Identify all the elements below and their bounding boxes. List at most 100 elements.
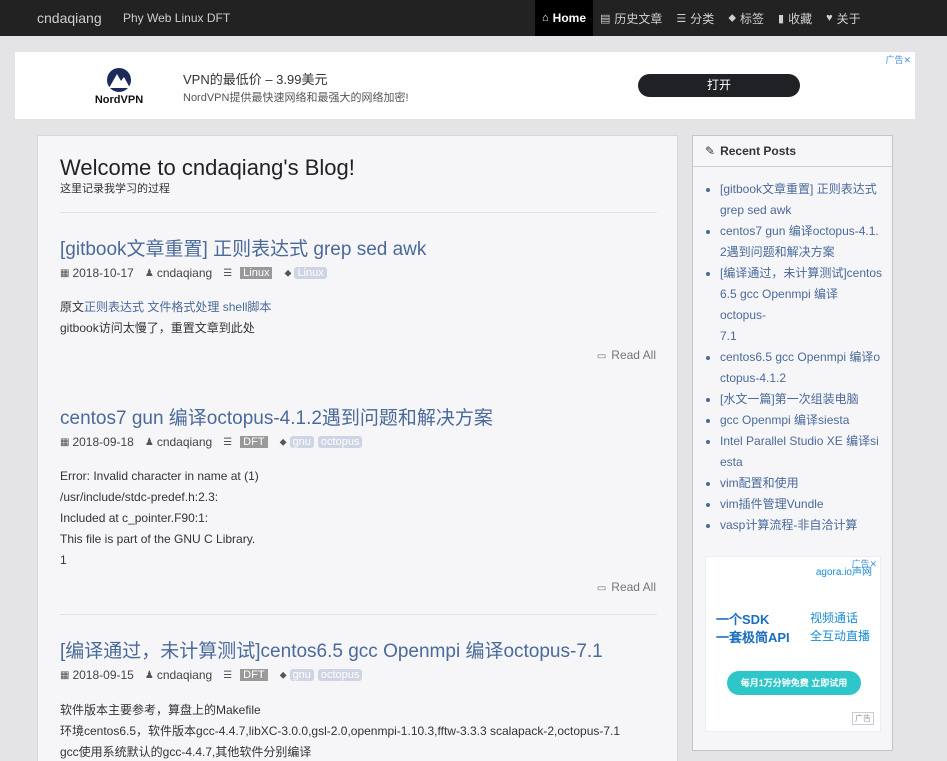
post-title[interactable]: centos7 gun 编译octopus-4.1.2遇到问题和解决方案 xyxy=(60,403,493,430)
divider xyxy=(60,212,657,213)
user-icon: ♟ xyxy=(144,436,154,448)
ad-logo: agora.io声网 xyxy=(815,567,872,578)
category-badge[interactable]: Linux xyxy=(240,267,273,279)
category-badge[interactable]: DFT xyxy=(240,669,268,681)
recent-post-label: vim配置和使用 xyxy=(720,476,799,490)
recent-post-item[interactable]: [gitbook文章重置] 正则表达式 grep sed awk xyxy=(720,179,884,221)
user-icon: ♟ xyxy=(144,267,154,279)
list-icon: ☰ xyxy=(223,436,233,448)
list-icon: ☰ xyxy=(223,267,233,279)
sidebar-recent-posts: ✎Recent Posts [gitbook文章重置] 正则表达式 grep se… xyxy=(692,135,893,751)
ad-title[interactable]: VPN的最低价 – 3.99美元 xyxy=(183,69,328,88)
tag-badge[interactable]: octopus xyxy=(317,436,363,448)
post-title[interactable]: [gitbook文章重置] 正则表达式 grep sed awk xyxy=(60,234,426,261)
ad-headline: 一套极简API xyxy=(716,630,790,645)
nav-menu: ⌂ Home ▤ 历史文章 ☰ 分类 ⬥ 标签 ▮ 收藏 ♥ 关于 xyxy=(535,0,868,36)
category-badge[interactable]: DFT xyxy=(240,436,268,448)
tag-badge[interactable]: octopus xyxy=(317,669,363,681)
page-subtitle: 这里记录我学习的过程 xyxy=(60,183,170,195)
recent-post-label: centos7 gun 编译octopus-4.1. xyxy=(720,224,879,238)
recent-post-item[interactable]: [编译通过，未计算测试]centos 6.5 gcc Openmpi 编译octo… xyxy=(720,263,884,347)
nav-item-home[interactable]: ⌂ Home xyxy=(535,0,593,36)
list-icon: ☰ xyxy=(223,669,233,681)
post-author[interactable]: cndaqiang xyxy=(157,266,212,280)
heart-icon: ♥ xyxy=(826,12,833,24)
recent-post-item[interactable]: [水文一篇]第一次组装电脑 xyxy=(720,389,884,410)
top-navbar: cndaqiang Phy Web Linux DFT ⌂ Home ▤ 历史文章 … xyxy=(0,0,947,36)
recent-post-item[interactable]: Intel Parallel Studio XE 编译si esta xyxy=(720,431,884,473)
ad-feature: 全互动直播 xyxy=(810,629,871,643)
post-meta: ▦ 2018-09-18 ♟ cndaqiang ☰ DFT ⬥ gnu octopus xyxy=(60,435,366,449)
recent-post-label: 2遇到问题和解决方案 xyxy=(720,245,835,259)
post-meta: ▦ 2018-10-17 ♟ cndaqiang ☰ Linux ⬥ Linux xyxy=(60,266,331,280)
top-ad-banner[interactable]: NordVPN VPN的最低价 – 3.99美元 NordVPN提供最快速网络和… xyxy=(15,52,915,119)
tag-badge[interactable]: Linux xyxy=(294,267,327,279)
post-date: 2018-09-15 xyxy=(72,668,134,682)
recent-post-label: grep sed awk xyxy=(720,203,792,217)
post-excerpt-line: /usr/include/stdc-predef.h:2.3: xyxy=(60,490,219,504)
post-excerpt-line: 环境centos6.5，软件版本gcc-4.4.7,libXC-3.0.0,gs… xyxy=(60,724,621,738)
read-all-link[interactable]: ▭ Read All xyxy=(597,580,656,594)
ad-open-button[interactable]: 打开 xyxy=(638,74,800,97)
post-date: 2018-09-18 xyxy=(72,435,134,449)
post-excerpt-line: This file is part of the GNU C Library. xyxy=(60,532,256,546)
sidebar-ad[interactable]: 广告✕ agora.io声网 一个SDK 一套极简API 视频通话 全互动直播 … xyxy=(705,556,881,732)
excerpt-link[interactable]: 文件格式处理 xyxy=(147,300,219,314)
recent-post-label: esta xyxy=(720,455,743,469)
ad-feature: 视频通话 xyxy=(810,611,859,625)
ad-logo-name: NordVPN xyxy=(94,94,144,106)
nav-item-archive[interactable]: ▤ 历史文章 xyxy=(593,0,669,36)
recent-post-label: vim插件管理Vundle xyxy=(720,497,824,511)
recent-post-label: gcc Openmpi 编译siesta xyxy=(720,413,850,427)
calendar-icon: ▦ xyxy=(60,669,70,681)
recent-post-label: [编译通过，未计算测试]centos xyxy=(720,266,883,280)
post-excerpt-line: 原文正则表达式 文件格式处理 shell脚本 xyxy=(60,300,272,314)
bookmark-icon: ▮ xyxy=(778,12,785,25)
ad-try-button[interactable]: 每月1万分钟免费 立即试用 xyxy=(727,671,861,695)
main-content: Welcome to cndaqiang's Blog! 这里记录我学习的过程 … xyxy=(37,135,678,761)
recent-post-label: [gitbook文章重置] 正则表达式 xyxy=(720,182,877,196)
recent-posts-list: [gitbook文章重置] 正则表达式 grep sed awk centos7 g… xyxy=(720,179,884,536)
home-icon: ⌂ xyxy=(542,12,549,24)
recent-post-item[interactable]: centos7 gun 编译octopus-4.1. 2遇到问题和解决方案 xyxy=(720,221,884,263)
recent-post-item[interactable]: vasp计算流程-非自洽计算 xyxy=(720,515,884,536)
tag-badge[interactable]: gnu xyxy=(289,436,314,448)
recent-post-item[interactable]: gcc Openmpi 编译siesta xyxy=(720,410,884,431)
post-date: 2018-10-17 xyxy=(72,266,134,280)
recent-post-item[interactable]: centos6.5 gcc Openmpi 编译o ctopus-4.1.2 xyxy=(720,347,884,389)
post-author[interactable]: cndaqiang xyxy=(157,435,212,449)
recent-post-label: centos6.5 gcc Openmpi 编译o xyxy=(720,350,881,364)
edit-icon: ✎ xyxy=(705,144,716,158)
read-icon: ▭ xyxy=(596,583,607,594)
ad-description: NordVPN提供最快速网络和最强大的网络加密! xyxy=(183,92,409,104)
recent-post-item[interactable]: vim插件管理Vundle xyxy=(720,494,884,515)
excerpt-link[interactable]: 正则表达式 xyxy=(84,300,144,314)
ad-close-tag[interactable]: 广告✕ xyxy=(885,53,911,66)
excerpt-link[interactable]: shell脚本 xyxy=(223,300,272,314)
post-title[interactable]: [编译通过，未计算测试]centos6.5 gcc Openmpi 编译octo… xyxy=(60,636,603,663)
calendar-icon: ▦ xyxy=(60,267,70,279)
mountain-logo-icon xyxy=(100,64,138,92)
recent-post-label: Intel Parallel Studio XE 编译si xyxy=(720,434,879,448)
nav-item-bookmarks[interactable]: ▮ 收藏 xyxy=(771,0,819,36)
list-icon: ☰ xyxy=(676,12,687,25)
recent-post-label: 7.1 xyxy=(720,329,737,343)
post-author[interactable]: cndaqiang xyxy=(157,668,212,682)
read-all-link[interactable]: ▭ Read All xyxy=(597,348,656,362)
site-brand[interactable]: cndaqiang xyxy=(37,10,102,26)
tag-badge[interactable]: gnu xyxy=(289,669,314,681)
recent-post-label: vasp计算流程-非自洽计算 xyxy=(720,518,858,532)
recent-post-label: [水文一篇]第一次组装电脑 xyxy=(720,392,859,406)
nav-item-about[interactable]: ♥ 关于 xyxy=(819,0,868,36)
sidebar-heading: ✎ Recent Posts xyxy=(693,136,892,167)
tags-icon: ⬥ xyxy=(279,669,287,681)
page-title: Welcome to cndaqiang's Blog! xyxy=(60,155,355,180)
ad-label: 广告 xyxy=(852,712,874,725)
post-excerpt-line: Error: Invalid character in name at (1) xyxy=(60,469,259,483)
post-meta: ▦ 2018-09-15 ♟ cndaqiang ☰ DFT ⬥ gnu octopus xyxy=(60,668,366,682)
recent-post-item[interactable]: vim配置和使用 xyxy=(720,473,884,494)
post-excerpt-line: 1 xyxy=(60,553,67,567)
site-subtitle-link[interactable]: Phy Web Linux DFT xyxy=(123,11,230,25)
nav-item-categories[interactable]: ☰ 分类 xyxy=(669,0,721,36)
nav-item-tags[interactable]: ⬥ 标签 xyxy=(721,0,771,36)
